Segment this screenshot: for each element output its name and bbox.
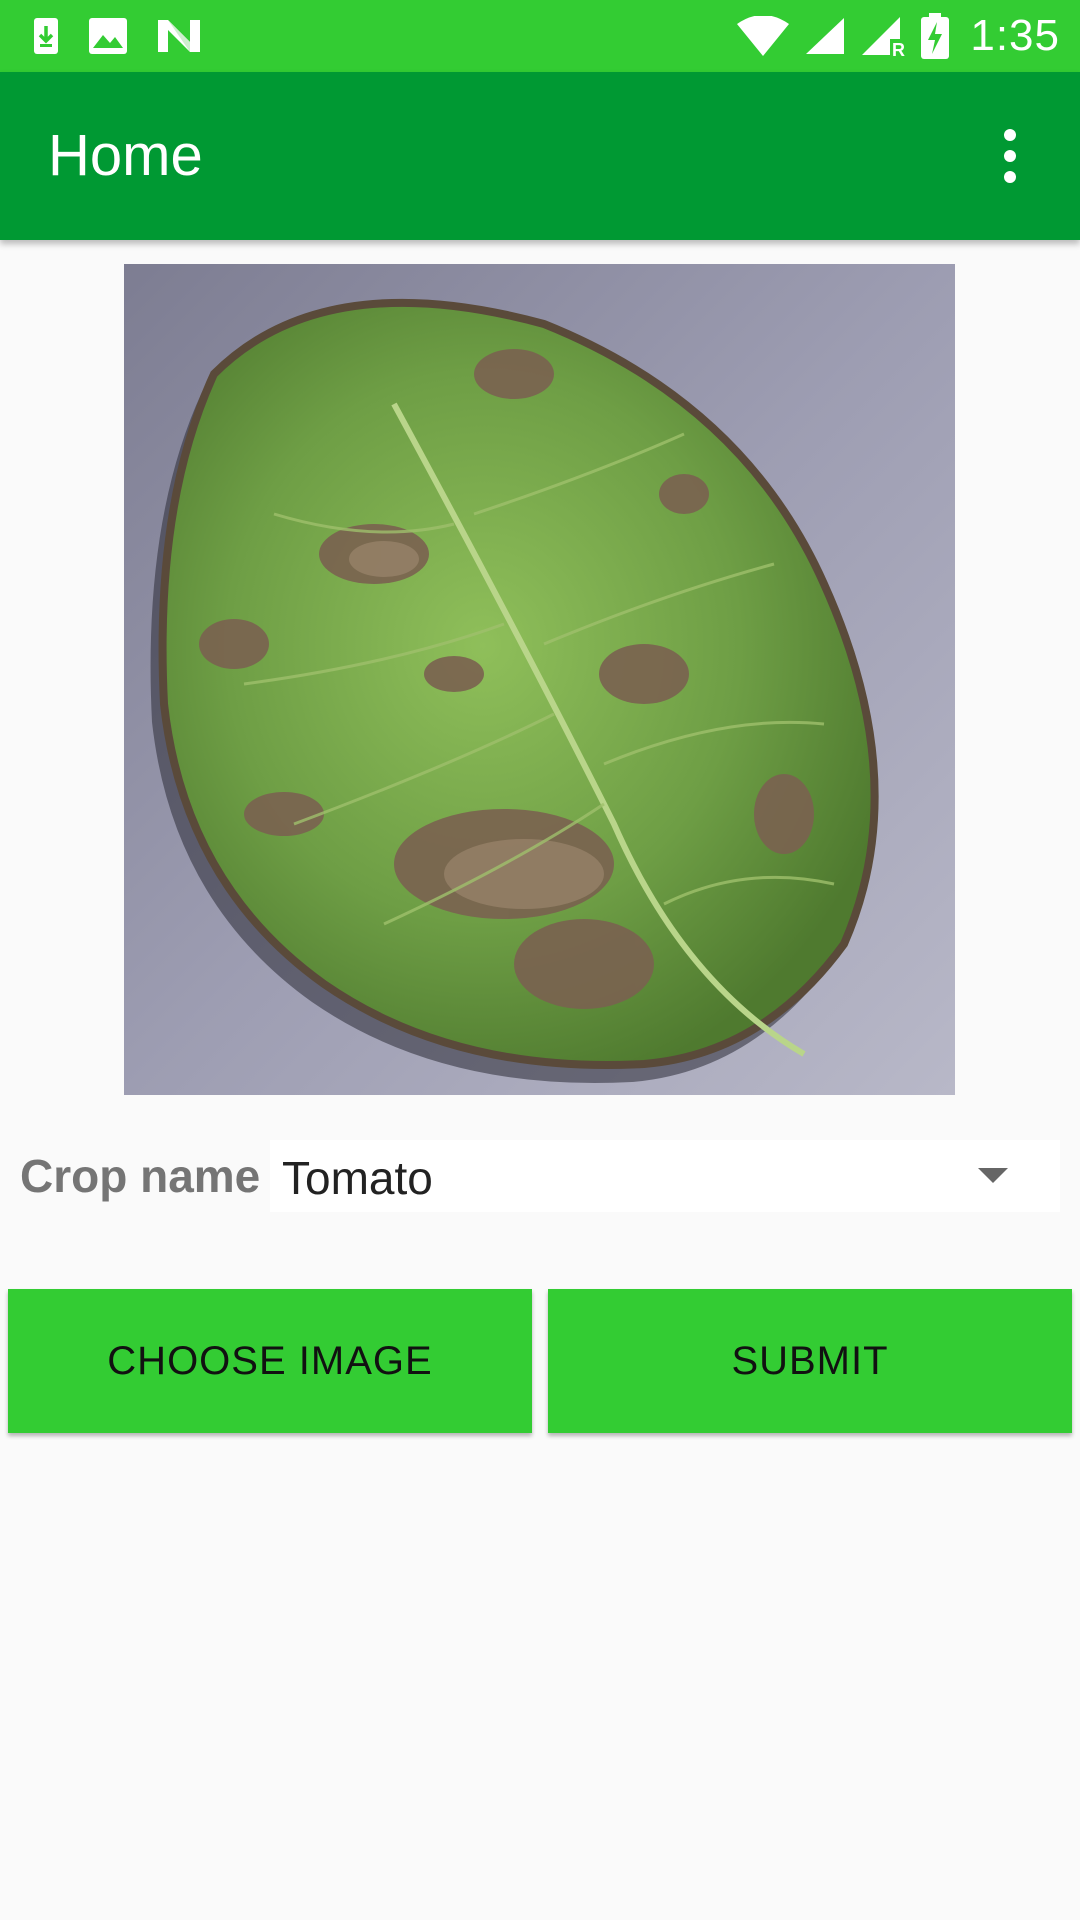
submit-button[interactable]: SUBMIT bbox=[548, 1289, 1072, 1433]
signal-roaming-icon: R bbox=[860, 15, 906, 57]
status-bar: R 1:35 bbox=[0, 0, 1080, 72]
crop-spinner[interactable]: Tomato bbox=[270, 1140, 1060, 1212]
status-bar-system: R 1:35 bbox=[736, 0, 1060, 72]
app-bar: Home bbox=[0, 72, 1080, 240]
status-bar-notifications bbox=[32, 0, 202, 72]
wifi-icon bbox=[736, 16, 790, 56]
download-icon bbox=[32, 16, 60, 56]
status-time: 1:35 bbox=[970, 11, 1060, 60]
overflow-menu-button[interactable] bbox=[970, 116, 1050, 196]
leaf-image bbox=[124, 264, 955, 1095]
battery-charging-icon bbox=[920, 13, 950, 59]
choose-image-button[interactable]: CHOOSE IMAGE bbox=[8, 1289, 532, 1433]
crop-name-label: Crop name bbox=[20, 1150, 261, 1202]
overflow-menu-icon bbox=[1004, 129, 1016, 141]
signal-icon bbox=[804, 16, 846, 56]
crop-selected-value: Tomato bbox=[282, 1152, 433, 1204]
svg-text:R: R bbox=[892, 40, 905, 57]
dropdown-arrow-icon bbox=[978, 1168, 1008, 1183]
image-icon bbox=[88, 17, 128, 55]
n-logo-icon bbox=[156, 18, 202, 54]
page-title: Home bbox=[48, 123, 203, 188]
